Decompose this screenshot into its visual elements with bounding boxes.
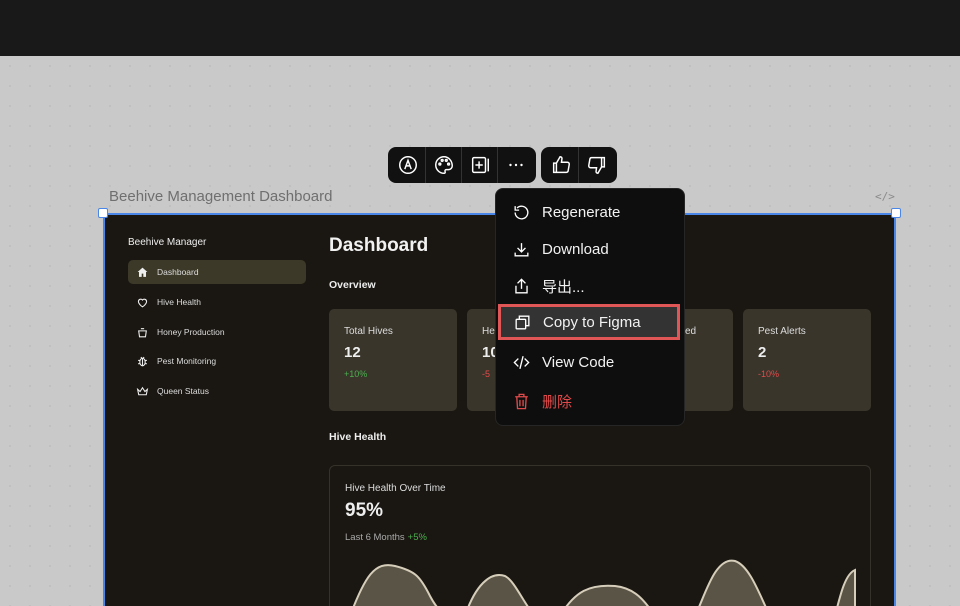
hive-health-heading: Hive Health — [329, 431, 387, 443]
palette-icon[interactable] — [426, 147, 462, 183]
code-icon — [513, 355, 530, 369]
stat-change: -5 — [482, 369, 491, 379]
sidebar-item-label: Pest Monitoring — [157, 356, 217, 366]
crown-icon — [136, 386, 149, 395]
add-frame-icon[interactable] — [462, 147, 498, 183]
sidebar-item-label: Queen Status — [157, 386, 209, 396]
overview-heading: Overview — [329, 279, 376, 291]
home-icon — [137, 267, 148, 277]
menu-item-delete[interactable]: 删除 — [497, 383, 684, 419]
frame-toolbar — [388, 147, 536, 183]
feedback-toolbar — [541, 147, 617, 183]
sidebar-item-queen-status[interactable]: Queen Status — [128, 379, 306, 403]
stat-card-pest-alerts: Pest Alerts 2 -10% — [743, 309, 871, 411]
text-style-icon[interactable] — [390, 147, 426, 183]
heart-icon — [137, 298, 148, 307]
menu-item-copy-to-figma[interactable]: Copy to Figma — [498, 304, 680, 340]
stat-value: 2 — [758, 344, 767, 361]
menu-item-label: 删除 — [542, 393, 573, 411]
share-icon — [515, 277, 528, 294]
menu-item-label: View Code — [542, 353, 615, 371]
sidebar-item-pest-monitoring[interactable]: Pest Monitoring — [128, 349, 306, 373]
menu-item-label: Regenerate — [542, 203, 621, 221]
chart-change: +5% — [407, 532, 427, 543]
menu-item-regenerate[interactable]: Regenerate — [497, 194, 684, 230]
refresh-icon — [514, 205, 529, 220]
thumbs-up-icon[interactable] — [543, 147, 579, 183]
chart-period: Last 6 Months — [345, 532, 405, 543]
menu-item-view-code[interactable]: View Code — [497, 344, 684, 380]
stat-card-total-hives: Total Hives 12 +10% — [329, 309, 457, 411]
menu-item-label: Copy to Figma — [543, 313, 641, 331]
trash-icon — [515, 393, 528, 409]
resize-handle-top-right[interactable] — [891, 208, 901, 218]
hive-health-chart-card: Hive Health Over Time 95% Last 6 Months +… — [329, 465, 871, 606]
menu-item-label: Download — [542, 240, 609, 258]
context-menu: Regenerate Download 导出... Copy to Figma … — [495, 188, 685, 426]
download-icon — [514, 242, 529, 257]
menu-item-label: 导出... — [542, 278, 585, 296]
sidebar-item-label: Dashboard — [157, 267, 199, 277]
bug-icon — [138, 356, 147, 366]
top-bar — [0, 0, 960, 56]
page-title: Dashboard — [329, 235, 429, 256]
sidebar-item-label: Honey Production — [157, 327, 225, 337]
stat-change: -10% — [758, 369, 780, 379]
stat-label: ed — [685, 326, 697, 337]
code-icon[interactable]: </> — [875, 190, 895, 203]
stat-label: He — [482, 326, 495, 337]
resize-handle-top-left[interactable] — [98, 208, 108, 218]
frame-title: Beehive Management Dashboard — [109, 188, 333, 205]
stat-label: Pest Alerts — [758, 326, 806, 337]
chart-title: Hive Health Over Time — [345, 483, 446, 494]
chart-subtitle: Last 6 Months +5% — [345, 532, 427, 543]
sidebar-item-hive-health[interactable]: Hive Health — [128, 290, 306, 314]
sidebar-title: Beehive Manager — [128, 237, 207, 248]
sidebar-item-label: Hive Health — [157, 297, 201, 307]
sidebar-item-dashboard[interactable]: Dashboard — [128, 260, 306, 284]
sidebar-item-honey-production[interactable]: Honey Production — [128, 320, 306, 344]
more-icon[interactable] — [498, 147, 534, 183]
menu-item-export[interactable]: 导出... — [497, 268, 684, 304]
stat-change: +10% — [344, 369, 368, 379]
pot-icon — [138, 327, 147, 337]
thumbs-down-icon[interactable] — [579, 147, 615, 183]
copy-icon — [515, 314, 530, 330]
menu-item-download[interactable]: Download — [497, 231, 684, 267]
stat-value: 12 — [344, 344, 361, 361]
chart-value: 95% — [345, 500, 384, 521]
health-chart-area — [352, 559, 856, 606]
stat-label: Total Hives — [344, 326, 393, 337]
